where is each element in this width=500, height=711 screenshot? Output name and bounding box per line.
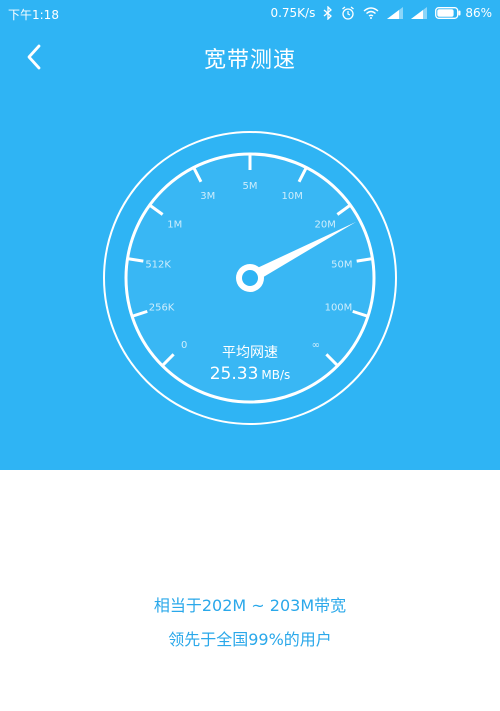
battery-fill (437, 9, 454, 17)
gauge-tick-label: 100M (325, 303, 353, 314)
network-speed: 0.75K/s (270, 6, 316, 20)
average-speed-number: 25.33 (209, 364, 259, 384)
gauge-tick-label: 3M (200, 191, 215, 202)
gauge-hub-center (242, 270, 258, 286)
status-time: 下午1:18 (8, 8, 59, 22)
status-bar: 下午1:18 0.75K/s 86% (0, 0, 500, 28)
wifi-icon (363, 7, 379, 19)
bluetooth-icon (323, 6, 333, 20)
average-speed-unit: MB/s (261, 368, 291, 382)
bandwidth-equivalent-text: 相当于202M ~ 203M带宽 (153, 596, 347, 615)
speed-gauge: 0 256K 512K 1M 3M 5M 10M 20M 50M 100M ∞ 平均网速 25.33… (100, 128, 400, 428)
gauge-tick-label: 512K (145, 259, 171, 270)
gauge-tick-label: 1M (167, 219, 182, 230)
gauge-tick-label: 20M (315, 219, 336, 230)
page-title: 宽带测速 (203, 48, 296, 73)
battery-percent: 86% (465, 6, 492, 20)
average-speed-value: 25.33 MB/s (100, 364, 400, 384)
signal-icon (387, 7, 404, 19)
speedtest-panel: 下午1:18 0.75K/s 86% 宽带测速 0 256K 512K 1M 3… (0, 0, 500, 470)
alarm-icon (341, 6, 355, 20)
gauge-tick-label: 10M (282, 191, 303, 202)
gauge-tick-label: 256K (149, 303, 175, 314)
status-icons: 0.75K/s 86% (270, 6, 492, 20)
gauge-tick-label: 5M (243, 181, 258, 192)
average-speed-label: 平均网速 (222, 345, 278, 361)
title-bar: 宽带测速 (0, 28, 500, 86)
signal-icon (411, 7, 428, 19)
battery-indicator: 86% (435, 6, 492, 20)
gauge-tick-label: 50M (331, 259, 352, 270)
ranking-text: 领先于全国99%的用户 (168, 630, 332, 649)
